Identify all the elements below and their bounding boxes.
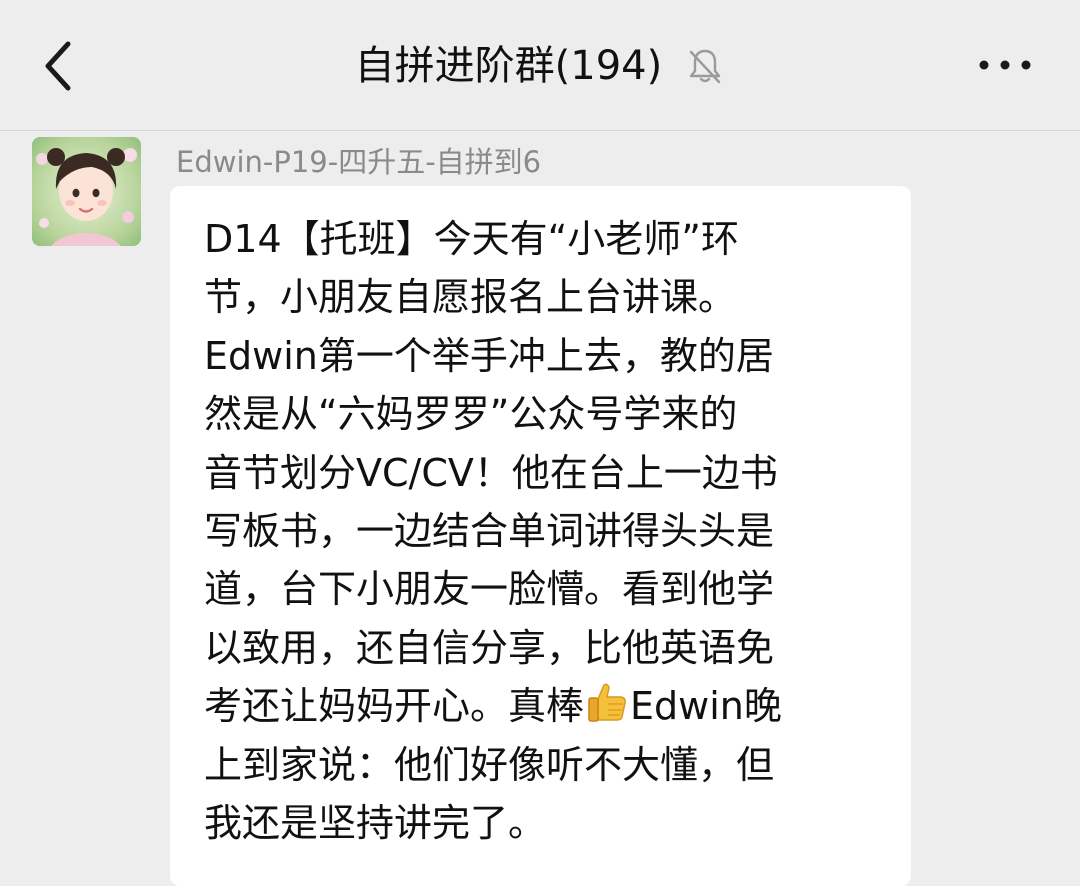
thumbs-up-icon bbox=[584, 679, 630, 725]
sender-name: Edwin-P19-四升五-自拼到6 bbox=[176, 145, 542, 179]
message-line: 写板书，一边结合单词讲得头头是 bbox=[204, 509, 775, 554]
chat-title: 自拼进阶群(194) bbox=[354, 43, 663, 89]
message-text: D14【托班】今天有“小老师”环 节，小朋友自愿报名上台讲课。 Edwin第一个… bbox=[204, 210, 884, 852]
message-line: 考还让妈妈开心。真棒 Edwin晚 bbox=[204, 677, 884, 735]
message-line: 上到家说：他们好像听不大懂，但 bbox=[204, 742, 775, 787]
message-line: 以致用，还自信分享，比他英语免 bbox=[204, 625, 775, 670]
sender-avatar[interactable] bbox=[32, 137, 141, 246]
message-line: 道，台下小朋友一脸懵。看到他学 bbox=[204, 567, 775, 612]
message-line: 我还是坚持讲完了。 bbox=[204, 801, 547, 846]
message-line: Edwin第一个举手冲上去，教的居 bbox=[204, 333, 774, 378]
user-avatar bbox=[32, 137, 141, 246]
chat-header: 自拼进阶群(194) bbox=[0, 0, 1080, 131]
message-line: 然是从“六妈罗罗”公众号学来的 bbox=[204, 392, 738, 437]
message-bubble[interactable]: D14【托班】今天有“小老师”环 节，小朋友自愿报名上台讲课。 Edwin第一个… bbox=[170, 186, 911, 886]
more-dots-icon bbox=[979, 60, 1031, 70]
more-options-button[interactable] bbox=[970, 45, 1040, 85]
message-line: 节，小朋友自愿报名上台讲课。 bbox=[204, 275, 737, 320]
message-segment: 考还让妈妈开心。真棒 bbox=[204, 684, 585, 729]
message-line: 音节划分VC/CV！他在台上一边书 bbox=[204, 450, 778, 495]
title-area: 自拼进阶群(194) bbox=[0, 36, 1080, 96]
message-line: D14【托班】今天有“小老师”环 bbox=[204, 217, 739, 261]
bell-off-icon bbox=[685, 46, 725, 86]
message-segment: Edwin晚 bbox=[630, 684, 782, 729]
